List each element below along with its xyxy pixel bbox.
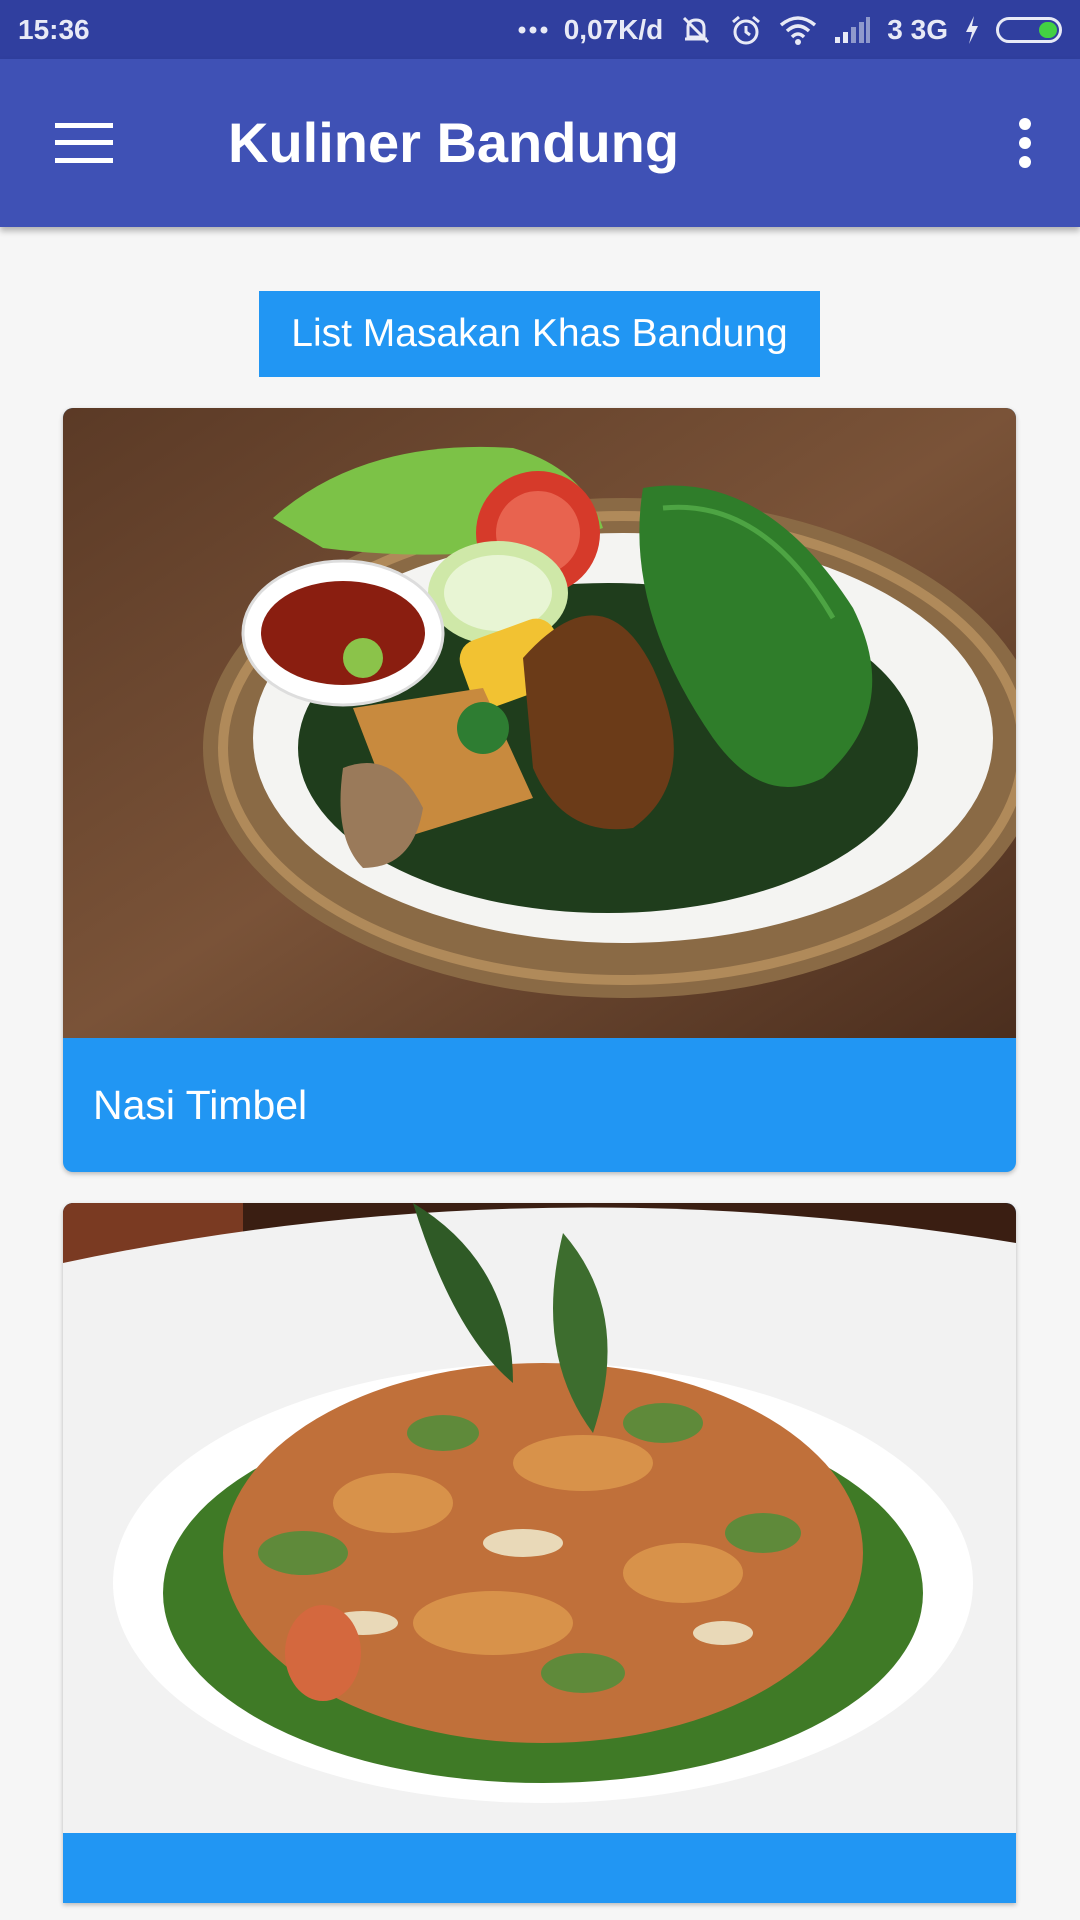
app-bar: Kuliner Bandung bbox=[0, 59, 1080, 227]
dish-card-nasi-timbel[interactable]: Nasi Timbel bbox=[63, 408, 1016, 1172]
dish-name: Nasi Timbel bbox=[93, 1081, 308, 1128]
mute-icon bbox=[683, 16, 710, 43]
network-type: 3 3G bbox=[887, 13, 948, 45]
battery-icon bbox=[996, 16, 1062, 43]
alarm-icon bbox=[732, 15, 761, 44]
dish-card-karedok[interactable] bbox=[63, 1203, 1016, 1903]
list-masakan-button[interactable]: List Masakan Khas Bandung bbox=[259, 291, 820, 377]
nasi-timbel-photo bbox=[63, 408, 1016, 1038]
network-speed: 0,07K/d bbox=[563, 13, 664, 45]
hamburger-menu-button[interactable] bbox=[40, 103, 128, 183]
dots-icon bbox=[518, 26, 548, 33]
app-title: Kuliner Bandung bbox=[228, 111, 680, 174]
karedok-salad-photo bbox=[63, 1203, 1016, 1833]
status-time: 15:36 bbox=[18, 13, 90, 45]
status-bar: 15:36 0,07K/d 3 3G bbox=[0, 0, 1080, 59]
hamburger-menu-icon bbox=[55, 123, 113, 163]
charging-icon bbox=[966, 15, 978, 44]
dish-name bbox=[63, 1833, 1016, 1903]
wifi-icon bbox=[780, 15, 817, 45]
more-vert-icon bbox=[1019, 118, 1031, 168]
signal-icon bbox=[835, 16, 871, 43]
status-icons: 0,07K/d 3 3G bbox=[518, 13, 1062, 47]
overflow-menu-button[interactable] bbox=[990, 103, 1060, 183]
